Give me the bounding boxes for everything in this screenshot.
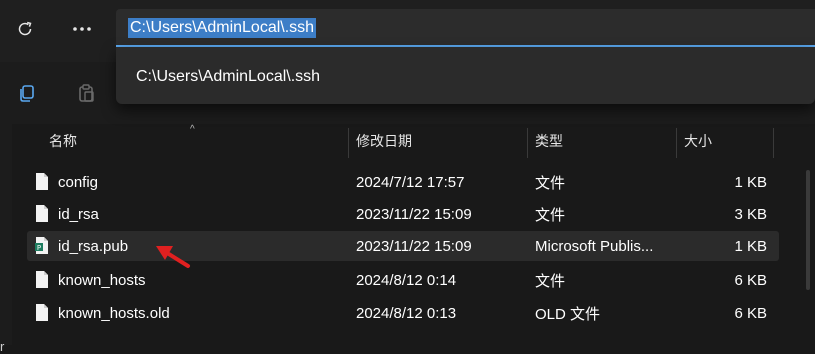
refresh-icon <box>18 21 32 36</box>
paste-button[interactable] <box>68 75 104 111</box>
file-icon <box>36 173 48 190</box>
file-type: Microsoft Publis... <box>535 237 654 255</box>
address-suggestion-item[interactable]: C:\Users\AdminLocal\.ssh <box>136 67 320 87</box>
file-type: 文件 <box>535 174 566 192</box>
address-path[interactable]: C:\Users\AdminLocal\.ssh <box>128 18 317 38</box>
file-modified: 2024/7/12 17:57 <box>356 173 465 191</box>
file-modified: 2023/11/22 15:09 <box>356 237 472 255</box>
more-horizontal-icon <box>73 27 91 31</box>
file-icon <box>36 205 48 222</box>
navigation-pane-edge: r <box>0 124 12 354</box>
column-header-type[interactable]: 类型 <box>535 124 563 158</box>
file-icon <box>36 271 48 288</box>
column-divider[interactable] <box>348 128 349 158</box>
column-divider[interactable] <box>527 128 528 158</box>
column-header-row: 名称 修改日期 类型 大小 <box>16 124 815 158</box>
file-name: config <box>58 173 99 191</box>
file-size: 1 KB <box>734 237 767 255</box>
refresh-button[interactable] <box>7 11 43 47</box>
file-name: id_rsa <box>58 205 99 223</box>
file-type: 文件 <box>535 206 566 224</box>
file-row[interactable]: config 2024/7/12 17:57 文件 1 KB <box>27 167 779 197</box>
file-row[interactable]: known_hosts 2024/8/12 0:14 文件 6 KB <box>27 265 779 295</box>
column-header-size[interactable]: 大小 <box>684 124 712 158</box>
column-header-name[interactable]: 名称 <box>49 124 77 158</box>
navigation-pane-partial-label: r <box>0 339 5 354</box>
file-name: known_hosts <box>58 271 146 289</box>
paste-icon <box>79 84 94 102</box>
file-name: known_hosts.old <box>58 304 170 322</box>
column-divider[interactable] <box>773 128 774 158</box>
file-type: OLD 文件 <box>535 305 601 323</box>
file-row[interactable]: known_hosts.old 2024/8/12 0:13 OLD 文件 6 … <box>27 298 779 328</box>
copy-icon <box>20 85 34 102</box>
file-name: id_rsa.pub <box>58 237 129 255</box>
file-size: 1 KB <box>734 173 767 191</box>
file-modified: 2024/8/12 0:14 <box>356 271 457 289</box>
address-suggestions-dropdown: C:\Users\AdminLocal\.ssh <box>116 47 815 104</box>
file-modified: 2024/8/12 0:13 <box>356 304 457 322</box>
file-row[interactable]: id_rsa 2023/11/22 15:09 文件 3 KB <box>27 199 779 229</box>
file-type: 文件 <box>535 272 566 290</box>
column-header-modified[interactable]: 修改日期 <box>356 124 412 158</box>
file-size: 6 KB <box>734 304 767 322</box>
copy-button[interactable] <box>9 75 45 111</box>
file-row-selected[interactable]: P id_rsa.pub 2023/11/22 15:09 Microsoft … <box>27 231 779 261</box>
file-icon <box>36 304 48 321</box>
file-size: 3 KB <box>734 205 767 223</box>
publisher-file-icon: P <box>35 237 48 254</box>
annotation-arrow-icon <box>156 246 190 268</box>
svg-text:P: P <box>37 244 41 252</box>
file-size: 6 KB <box>734 271 767 289</box>
vertical-scrollbar[interactable] <box>806 170 810 290</box>
address-bar[interactable]: C:\Users\AdminLocal\.ssh <box>116 9 815 47</box>
file-modified: 2023/11/22 15:09 <box>356 205 472 223</box>
more-options-button[interactable] <box>64 11 100 47</box>
column-divider[interactable] <box>676 128 677 158</box>
